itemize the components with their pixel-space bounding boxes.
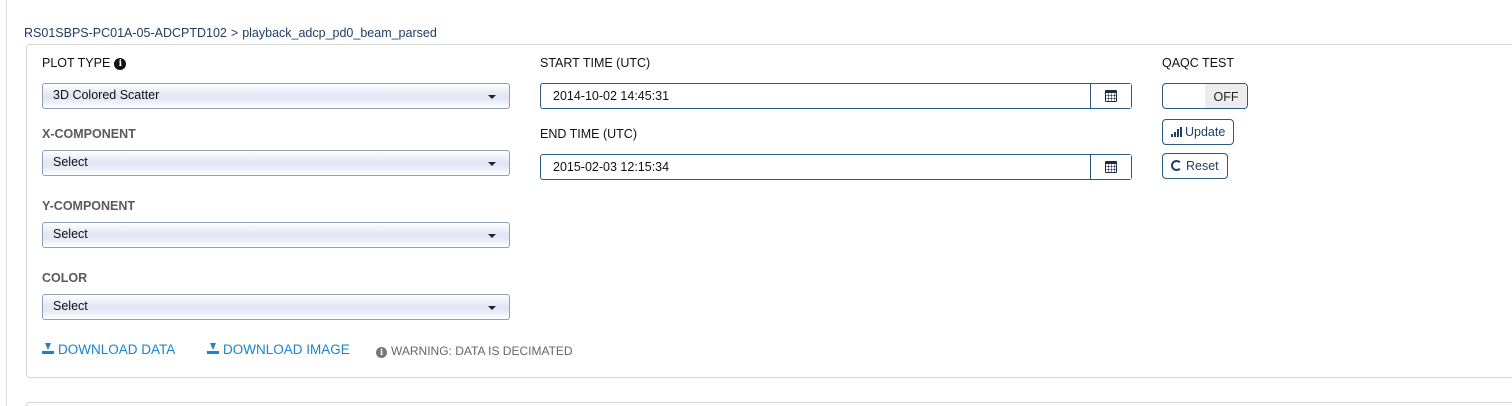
y-component-select[interactable]: Select — [42, 222, 510, 248]
caret-down-icon — [488, 306, 496, 310]
start-time-input[interactable]: 2014-10-02 14:45:31 — [553, 89, 669, 103]
update-button[interactable]: Update — [1162, 119, 1235, 145]
plot-type-label-text: PLOT TYPE — [42, 56, 111, 70]
download-image-text: DOWNLOAD IMAGE — [223, 342, 350, 357]
y-component-label: Y-COMPONENT — [42, 199, 136, 213]
plot-type-selected: 3D Colored Scatter — [53, 88, 160, 102]
decimation-warning: i WARNING: DATA IS DECIMATED — [376, 344, 573, 358]
x-component-label: X-COMPONENT — [42, 127, 136, 141]
left-border — [6, 0, 7, 406]
caret-down-icon — [488, 162, 496, 166]
color-label: COLOR — [42, 271, 88, 285]
breadcrumb-separator: > — [230, 26, 239, 40]
end-time-calendar-button[interactable] — [1090, 155, 1131, 179]
y-component-selected: Select — [53, 227, 88, 241]
breadcrumb-stream: playback_adcp_pd0_beam_parsed — [242, 26, 437, 40]
update-button-label: Update — [1185, 125, 1226, 139]
caret-down-icon — [488, 95, 496, 99]
color-selected: Select — [53, 299, 88, 313]
start-time-input-group: 2014-10-02 14:45:31 — [540, 83, 1132, 109]
download-image-link[interactable]: DOWNLOAD IMAGE — [207, 342, 350, 357]
start-time-label: START TIME (UTC) — [540, 56, 651, 70]
calendar-icon — [1105, 90, 1117, 102]
end-time-input[interactable]: 2015-02-03 12:15:34 — [553, 160, 669, 174]
calendar-icon — [1105, 161, 1117, 173]
end-time-label: END TIME (UTC) — [540, 127, 637, 141]
qaqc-toggle[interactable]: OFF — [1162, 83, 1248, 109]
breadcrumb: RS01SBPS-PC01A-05-ADCPTD102 > playback_adc… — [24, 26, 437, 40]
color-select[interactable]: Select — [42, 294, 510, 320]
download-icon — [207, 343, 219, 354]
qaqc-test-label: QAQC TEST — [1162, 56, 1235, 70]
x-component-selected: Select — [53, 155, 88, 169]
download-icon — [42, 343, 54, 354]
refresh-icon — [1171, 160, 1182, 171]
warning-text: WARNING: DATA IS DECIMATED — [391, 344, 573, 358]
qaqc-toggle-state: OFF — [1205, 84, 1247, 108]
plot-type-label: PLOT TYPE i — [42, 56, 127, 70]
reset-button[interactable]: Reset — [1162, 153, 1228, 179]
breadcrumb-instrument[interactable]: RS01SBPS-PC01A-05-ADCPTD102 — [24, 26, 227, 40]
x-component-select[interactable]: Select — [42, 150, 510, 176]
start-time-calendar-button[interactable] — [1090, 84, 1131, 108]
reset-button-label: Reset — [1186, 159, 1219, 173]
bar-chart-icon — [1171, 127, 1182, 137]
download-data-text: DOWNLOAD DATA — [58, 342, 176, 357]
info-circle-icon: i — [376, 347, 387, 358]
caret-down-icon — [488, 234, 496, 238]
info-circle-icon[interactable]: i — [114, 58, 127, 70]
end-time-input-group: 2015-02-03 12:15:34 — [540, 154, 1132, 180]
download-data-link[interactable]: DOWNLOAD DATA — [42, 342, 175, 357]
plot-type-select[interactable]: 3D Colored Scatter — [42, 83, 510, 109]
lower-panel — [26, 402, 1512, 406]
plot-controls-panel: PLOT TYPE i 3D Colored Scatter X-COMPONEN… — [26, 44, 1512, 378]
